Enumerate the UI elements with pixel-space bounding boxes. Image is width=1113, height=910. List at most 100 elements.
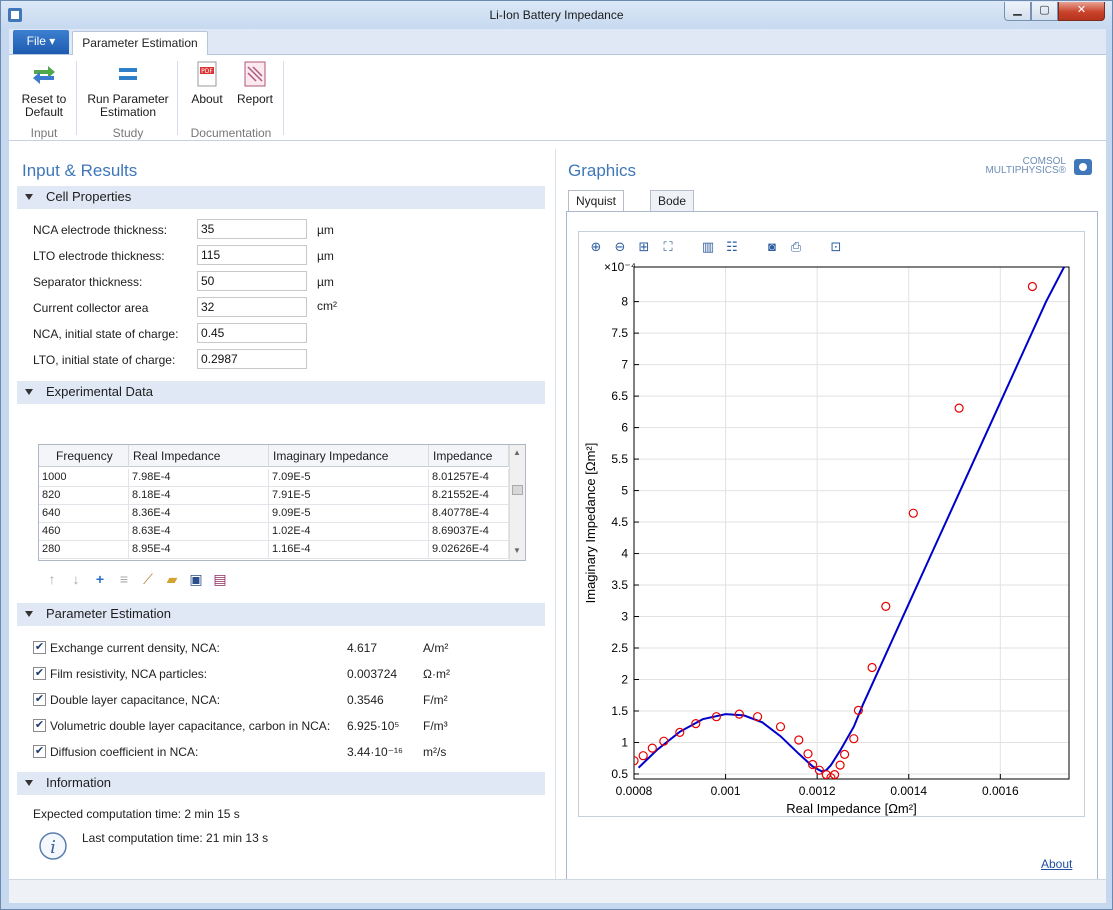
cell[interactable]: 820 xyxy=(39,487,129,505)
collector-area-input[interactable]: 32 xyxy=(197,297,307,317)
pane-divider[interactable] xyxy=(555,149,556,879)
close-button[interactable]: ✕ xyxy=(1058,2,1105,21)
section-experimental-data[interactable]: Experimental Data xyxy=(17,381,545,404)
open-icon[interactable]: ▰ xyxy=(163,570,181,588)
table-row[interactable]: 460 8.63E-4 1.02E-4 8.69037E-4 xyxy=(39,523,509,541)
info-icon: i xyxy=(39,832,67,860)
data-point-marker xyxy=(867,662,877,673)
save-icon[interactable]: ▣ xyxy=(187,570,205,588)
cell[interactable]: 8.63E-4 xyxy=(129,523,269,541)
scroll-up-icon[interactable]: ▲ xyxy=(513,448,521,457)
report-button[interactable]: Report xyxy=(233,61,277,106)
cell[interactable]: 640 xyxy=(39,505,129,523)
clear-icon[interactable]: ⟋ xyxy=(139,570,157,588)
zoom-in-icon[interactable]: ⊕ xyxy=(588,239,604,255)
cell[interactable]: 8.21552E-4 xyxy=(429,487,509,505)
section-information[interactable]: Information xyxy=(17,772,545,795)
nca-thickness-input[interactable]: 35 xyxy=(197,219,307,239)
section-label: Information xyxy=(46,775,112,790)
cell[interactable]: 8.95E-4 xyxy=(129,541,269,559)
section-parameter-estimation[interactable]: Parameter Estimation xyxy=(17,603,545,626)
y-tick-label: 6.5 xyxy=(611,389,628,403)
cell[interactable]: 8.36E-4 xyxy=(129,505,269,523)
volumetric-capacitance-checkbox[interactable]: ✔ xyxy=(33,719,46,732)
y-tick-label: 6 xyxy=(621,421,628,435)
zoom-extents-icon[interactable]: ⛶ xyxy=(660,239,676,255)
cell[interactable]: 8.40778E-4 xyxy=(429,505,509,523)
move-up-icon[interactable]: ↑ xyxy=(43,570,61,588)
zoom-out-icon[interactable]: ⊖ xyxy=(612,239,628,255)
zoom-box-icon[interactable]: ⊞ xyxy=(636,239,652,255)
cell[interactable]: 460 xyxy=(39,523,129,541)
run-parameter-estimation-button[interactable]: Run Parameter Estimation xyxy=(85,61,171,119)
table-row[interactable]: 280 8.95E-4 1.16E-4 9.02626E-4 xyxy=(39,541,509,559)
about-button[interactable]: PDF About xyxy=(186,61,228,106)
axis-table-icon[interactable]: ☷ xyxy=(724,239,740,255)
move-down-icon[interactable]: ↓ xyxy=(67,570,85,588)
ribbon-separator xyxy=(76,61,77,135)
cell[interactable]: 8.18E-4 xyxy=(129,487,269,505)
cell[interactable]: 1.02E-4 xyxy=(269,523,429,541)
cell[interactable]: 8.69037E-4 xyxy=(429,523,509,541)
graphics-pane: ⊕ ⊖ ⊞ ⛶ ▥ ☷ ◙ ⎙ ⊡ 0.0008 0.001 0.0012 0.001… xyxy=(566,211,1098,882)
table-row[interactable]: 820 8.18E-4 7.91E-5 8.21552E-4 xyxy=(39,487,509,505)
grid-icon[interactable]: ▥ xyxy=(700,239,716,255)
cell[interactable]: 9.02626E-4 xyxy=(429,541,509,559)
experimental-data-table[interactable]: Frequency Real Impedance Imaginary Imped… xyxy=(38,444,526,561)
tab-nyquist-plot[interactable]: Nyquist Plot xyxy=(568,190,625,228)
cell[interactable]: 9.09E-5 xyxy=(269,505,429,523)
camera-icon[interactable]: ◙ xyxy=(764,239,780,255)
section-label: Cell Properties xyxy=(46,189,132,204)
file-menu-button[interactable]: File ▾ xyxy=(13,30,69,54)
x-tick-label: 0.001 xyxy=(711,784,741,798)
param-unit: m²/s xyxy=(423,745,447,759)
import-icon[interactable]: ▤ xyxy=(211,570,229,588)
add-icon[interactable]: + xyxy=(91,570,109,588)
diffusion-coefficient-checkbox[interactable]: ✔ xyxy=(33,745,46,758)
cell[interactable]: 8.01257E-4 xyxy=(429,469,509,487)
col-real-impedance[interactable]: Real Impedance xyxy=(129,445,269,467)
table-row[interactable]: 640 8.36E-4 9.09E-5 8.40778E-4 xyxy=(39,505,509,523)
col-frequency[interactable]: Frequency xyxy=(39,445,129,467)
tab-bode-plot[interactable]: Bode Plot xyxy=(650,190,695,228)
cell[interactable]: 1.16E-4 xyxy=(269,541,429,559)
delete-icon[interactable]: ≡ xyxy=(115,570,133,588)
nyquist-plot[interactable]: 0.0008 0.001 0.0012 0.0014 0.0016 0.5 1 1.5 2 2.5… xyxy=(579,262,1084,818)
about-link[interactable]: About xyxy=(1041,857,1072,871)
data-point-marker xyxy=(638,751,648,761)
comsol-logo: COMSOL MULTIPHYSICS® xyxy=(974,157,1066,176)
data-point-marker xyxy=(1027,281,1037,292)
minimize-button[interactable]: ▁ xyxy=(1004,2,1031,21)
tab-parameter-estimation[interactable]: Parameter Estimation xyxy=(72,31,208,56)
cell[interactable]: 280 xyxy=(39,541,129,559)
client-area: File ▾ Parameter Estimation Reset to Def… xyxy=(9,29,1106,882)
param-value: 3.44·10⁻¹⁶ xyxy=(347,745,403,759)
col-imaginary-impedance[interactable]: Imaginary Impedance xyxy=(269,445,429,467)
col-impedance[interactable]: Impedance xyxy=(429,445,509,467)
cell[interactable]: 7.98E-4 xyxy=(129,469,269,487)
separator-thickness-input[interactable]: 50 xyxy=(197,271,307,291)
table-row[interactable]: 1000 7.98E-4 7.09E-5 8.01257E-4 xyxy=(39,469,509,487)
print-icon[interactable]: ⎙ xyxy=(788,239,804,255)
maximize-button[interactable]: ▢ xyxy=(1031,2,1058,21)
reset-to-default-button[interactable]: Reset to Default xyxy=(19,61,69,119)
scroll-down-icon[interactable]: ▼ xyxy=(513,546,521,555)
section-cell-properties[interactable]: Cell Properties xyxy=(17,186,545,209)
cell[interactable]: 7.91E-5 xyxy=(269,487,429,505)
film-resistivity-checkbox[interactable]: ✔ xyxy=(33,667,46,680)
lto-thickness-input[interactable]: 115 xyxy=(197,245,307,265)
nca-soc-input[interactable]: 0.45 xyxy=(197,323,307,343)
y-tick-label: 1 xyxy=(621,735,628,749)
scroll-thumb[interactable] xyxy=(512,485,523,495)
y-tick-label: 3 xyxy=(621,610,628,624)
fit-icon[interactable]: ⊡ xyxy=(828,239,844,255)
cell[interactable]: 1000 xyxy=(39,469,129,487)
svg-text:PDF: PDF xyxy=(201,68,213,75)
table-scrollbar[interactable]: ▲ ▼ xyxy=(509,445,525,560)
double-layer-capacitance-checkbox[interactable]: ✔ xyxy=(33,693,46,706)
cell[interactable]: 7.09E-5 xyxy=(269,469,429,487)
collapse-triangle-icon xyxy=(25,780,33,786)
lto-soc-input[interactable]: 0.2987 xyxy=(197,349,307,369)
window-title: Li-Ion Battery Impedance xyxy=(489,8,624,22)
exchange-current-checkbox[interactable]: ✔ xyxy=(33,641,46,654)
